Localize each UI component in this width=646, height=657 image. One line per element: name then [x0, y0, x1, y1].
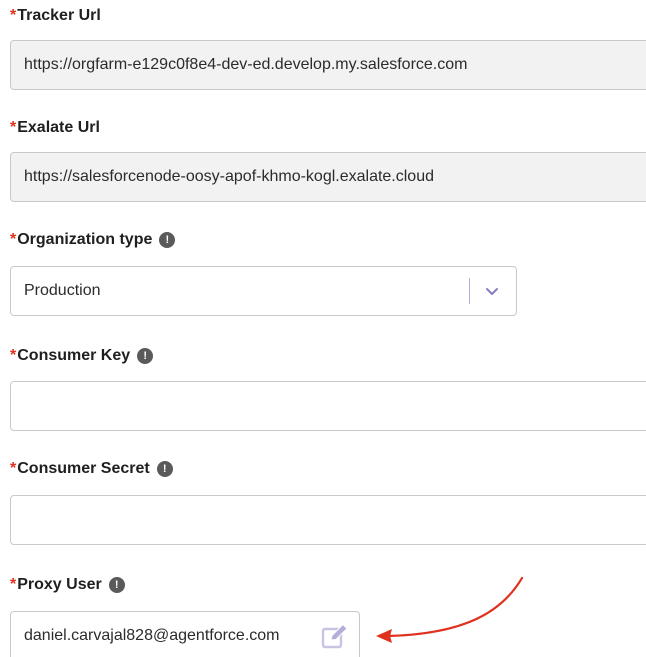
- exalate-url-value: https://salesforcenode-oosy-apof-khmo-ko…: [24, 168, 434, 185]
- required-mark: *: [10, 119, 17, 136]
- consumer-key-label: * Consumer Key !: [10, 347, 154, 365]
- tracker-url-label-text: Tracker Url: [17, 7, 101, 24]
- select-controls: [469, 278, 516, 304]
- organization-type-label: * Organization type !: [10, 231, 176, 249]
- edit-icon[interactable]: [321, 623, 349, 649]
- exalate-url-label-text: Exalate Url: [17, 119, 100, 136]
- tracker-url-field[interactable]: https://orgfarm-e129c0f8e4-dev-ed.develo…: [10, 40, 646, 90]
- required-mark: *: [10, 347, 17, 364]
- consumer-secret-input[interactable]: [10, 495, 646, 545]
- select-separator: [469, 278, 470, 304]
- required-mark: *: [10, 460, 17, 477]
- exclamation-circle-icon[interactable]: !: [137, 348, 154, 364]
- consumer-secret-label-text: Consumer Secret: [17, 460, 150, 477]
- exalate-url-label: * Exalate Url: [10, 119, 100, 137]
- annotation-arrow: [376, 576, 524, 643]
- required-mark: *: [10, 576, 17, 593]
- consumer-key-label-text: Consumer Key: [17, 347, 131, 364]
- organization-type-selected-value: Production: [24, 282, 101, 299]
- chevron-down-icon[interactable]: [484, 283, 500, 299]
- consumer-secret-label: * Consumer Secret !: [10, 460, 173, 478]
- organization-type-select[interactable]: Production: [10, 266, 517, 316]
- required-mark: *: [10, 7, 17, 24]
- exclamation-circle-icon[interactable]: !: [159, 232, 176, 248]
- proxy-user-label-text: Proxy User: [17, 576, 102, 593]
- proxy-user-label: * Proxy User !: [10, 576, 125, 594]
- exclamation-circle-icon[interactable]: !: [156, 461, 173, 477]
- exclamation-circle-icon[interactable]: !: [108, 577, 125, 593]
- exalate-url-field[interactable]: https://salesforcenode-oosy-apof-khmo-ko…: [10, 152, 646, 202]
- tracker-url-value: https://orgfarm-e129c0f8e4-dev-ed.develo…: [24, 56, 468, 73]
- organization-type-label-text: Organization type: [17, 231, 153, 248]
- consumer-key-input[interactable]: [10, 381, 646, 431]
- required-mark: *: [10, 231, 17, 248]
- proxy-user-field[interactable]: daniel.carvajal828@agentforce.com: [10, 611, 360, 657]
- tracker-url-label: * Tracker Url: [10, 7, 101, 25]
- proxy-user-value: daniel.carvajal828@agentforce.com: [24, 627, 280, 644]
